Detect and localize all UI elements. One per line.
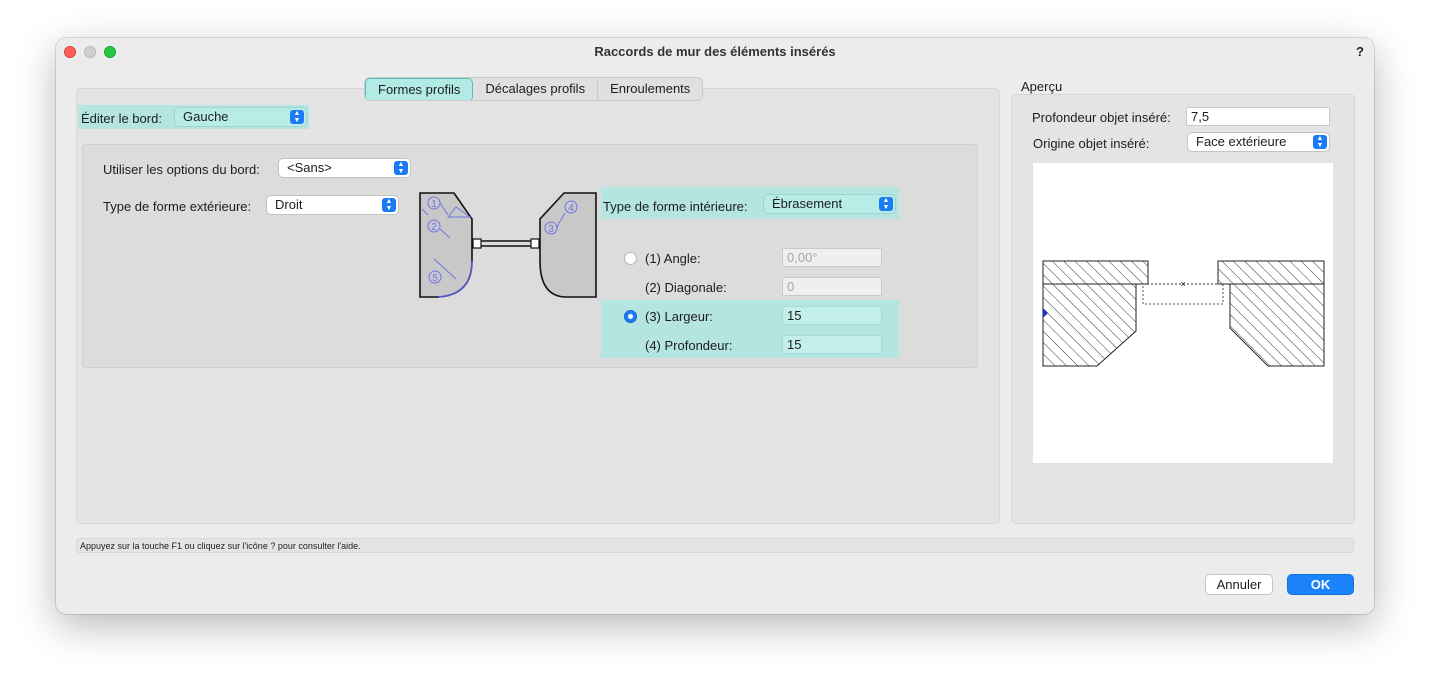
depth-field[interactable]: 15 bbox=[782, 335, 882, 354]
title-bar: Raccords de mur des éléments insérés ? bbox=[56, 38, 1374, 66]
inserted-origin-label: Origine objet inséré: bbox=[1033, 136, 1150, 151]
marker-5-label: 5 bbox=[432, 273, 438, 284]
angle-field[interactable]: 0,00° bbox=[782, 248, 882, 267]
width-radio[interactable] bbox=[624, 310, 637, 323]
status-bar: Appuyez sur la touche F1 ou cliquez sur … bbox=[76, 538, 1354, 553]
tab-bar: Formes profils Décalages profils Enroule… bbox=[364, 77, 704, 101]
preview-right-top-wall bbox=[1217, 260, 1325, 285]
width-label: (3) Largeur: bbox=[645, 309, 713, 324]
inner-shape-label: Type de forme intérieure: bbox=[603, 199, 748, 214]
tab-decalages-profils[interactable]: Décalages profils bbox=[473, 78, 599, 100]
angle-label: (1) Angle: bbox=[645, 251, 701, 266]
window-title: Raccords de mur des éléments insérés bbox=[594, 44, 836, 59]
preview-left-wall bbox=[1042, 283, 1137, 367]
outer-shape-label: Type de forme extérieure: bbox=[103, 199, 252, 214]
inner-shape-select-value: Ébrasement bbox=[772, 196, 843, 211]
ok-button[interactable]: OK bbox=[1287, 574, 1354, 595]
chevron-updown-icon: ▲ ▼ bbox=[1313, 135, 1327, 149]
options-select-value: <Sans> bbox=[287, 160, 332, 175]
preview-canvas: × bbox=[1033, 163, 1333, 463]
chevron-updown-icon: ▲ ▼ bbox=[382, 198, 396, 212]
tab-enroulements[interactable]: Enroulements bbox=[598, 78, 702, 100]
cancel-button[interactable]: Annuler bbox=[1205, 574, 1273, 595]
svg-text:×: × bbox=[1180, 279, 1185, 289]
depth-label: (4) Profondeur: bbox=[645, 338, 733, 353]
options-select[interactable]: <Sans> ▲ ▼ bbox=[278, 158, 411, 178]
chevron-updown-icon: ▲ ▼ bbox=[394, 161, 408, 175]
angle-radio[interactable] bbox=[624, 252, 637, 265]
inserted-origin-select[interactable]: Face extérieure ▲ ▼ bbox=[1187, 132, 1330, 152]
edge-select[interactable]: Gauche ▲ ▼ bbox=[174, 107, 307, 127]
preview-right-wall bbox=[1229, 283, 1325, 367]
left-profile-shape bbox=[419, 192, 473, 298]
tab-formes-profils[interactable]: Formes profils bbox=[365, 78, 474, 100]
outer-shape-select-value: Droit bbox=[275, 197, 303, 212]
diagonal-field[interactable]: 0 bbox=[782, 277, 882, 296]
marker-3-label: 3 bbox=[548, 224, 554, 235]
marker-2-label: 2 bbox=[431, 222, 437, 233]
inserted-depth-field[interactable]: 7,5 bbox=[1186, 107, 1330, 126]
chevron-updown-icon: ▲ ▼ bbox=[290, 110, 304, 124]
help-button[interactable]: ? bbox=[1356, 44, 1364, 59]
diagonal-label: (2) Diagonale: bbox=[645, 280, 727, 295]
options-label: Utiliser les options du bord: bbox=[103, 162, 260, 177]
preview-left-top-wall bbox=[1042, 260, 1149, 285]
inner-shape-select[interactable]: Ébrasement ▲ ▼ bbox=[763, 194, 896, 214]
edge-label: Éditer le bord: bbox=[81, 111, 162, 126]
marker-4-label: 4 bbox=[568, 203, 574, 214]
profile-diagram: 1 2 3 4 5 bbox=[419, 192, 597, 298]
dialog-window: Raccords de mur des éléments insérés ? F… bbox=[56, 38, 1374, 614]
outer-shape-select[interactable]: Droit ▲ ▼ bbox=[266, 195, 399, 215]
inserted-depth-label: Profondeur objet inséré: bbox=[1032, 110, 1171, 125]
preview-section-title: Aperçu bbox=[1021, 79, 1063, 94]
width-field[interactable]: 15 bbox=[782, 306, 882, 325]
edge-select-value: Gauche bbox=[183, 109, 229, 124]
chevron-updown-icon: ▲ ▼ bbox=[879, 197, 893, 211]
inserted-origin-select-value: Face extérieure bbox=[1196, 134, 1287, 149]
marker-1-label: 1 bbox=[431, 199, 437, 210]
